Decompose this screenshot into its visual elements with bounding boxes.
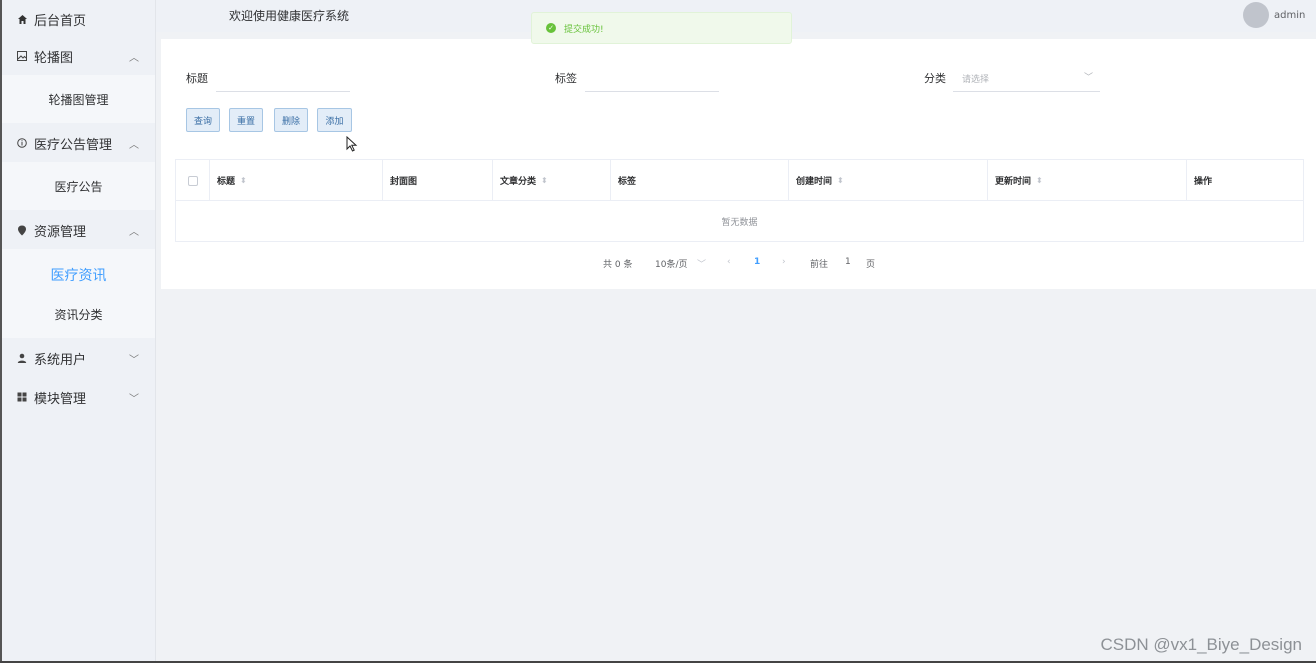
chevron-up-icon: ︿ [129, 52, 139, 64]
category-select-placeholder[interactable]: 请选择 [962, 72, 989, 85]
sidebar-item-label: 后台首页 [34, 13, 87, 29]
delete-button[interactable]: 删除 [274, 108, 308, 132]
username[interactable]: admin [1274, 10, 1305, 21]
info-icon [16, 137, 28, 149]
sidebar: 后台首页 轮播图 ︿ 轮播图管理 医疗公告管理 ︿ 医疗公告 资源管理 ︿ 医疗… [2, 0, 156, 661]
column-label: 标题 [217, 177, 236, 187]
sidebar-group-carousel[interactable]: 轮播图 ︿ [2, 37, 155, 75]
select-all-cell [176, 160, 210, 201]
sidebar-item-carousel-manage[interactable]: 轮播图管理 [2, 91, 155, 108]
sidebar-group-label: 系统用户 [34, 352, 87, 368]
sidebar-item-medical-news[interactable]: 医疗资讯 [2, 265, 155, 285]
column-header-cover: 封面图 [383, 160, 493, 201]
sidebar-item-medical-notice[interactable]: 医疗公告 [2, 178, 155, 195]
category-filter-label: 分类 [924, 72, 946, 85]
sidebar-item-home[interactable]: 后台首页 [2, 0, 155, 38]
pagination-total: 共 0 条 [603, 260, 633, 270]
sidebar-group-label: 轮播图 [34, 50, 74, 66]
sort-icon[interactable]: ⬍ [1036, 176, 1043, 185]
success-check-icon: ✓ [546, 23, 556, 33]
search-button[interactable]: 查询 [186, 108, 220, 132]
chevron-down-icon: ﹀ [129, 354, 139, 366]
tag-filter-label: 标签 [555, 72, 577, 85]
chevron-down-icon[interactable]: ﹀ [1084, 70, 1093, 83]
column-label: 创建时间 [796, 177, 833, 187]
sidebar-group-notice[interactable]: 医疗公告管理 ︿ [2, 124, 155, 162]
empty-state: 暂无数据 [721, 217, 758, 228]
page-suffix: 页 [866, 260, 876, 270]
column-label: 更新时间 [995, 177, 1032, 187]
title-filter-label: 标题 [186, 72, 208, 85]
image-icon [16, 50, 28, 62]
column-header-title[interactable]: 标题 ⬍ [210, 160, 383, 201]
tag-filter-input[interactable] [585, 91, 719, 92]
add-button[interactable]: 添加 [317, 108, 352, 132]
chevron-up-icon: ︿ [129, 139, 139, 151]
grid-icon [16, 391, 28, 403]
goto-page-input[interactable]: 1 [845, 257, 851, 267]
reset-button[interactable]: 重置 [229, 108, 263, 132]
page-number-current[interactable]: 1 [754, 257, 760, 267]
sidebar-group-label: 医疗公告管理 [34, 137, 113, 153]
home-icon [16, 13, 28, 25]
sidebar-group-label: 资源管理 [34, 224, 87, 240]
column-header-created[interactable]: 创建时间 ⬍ [789, 160, 988, 201]
column-label: 操作 [1194, 177, 1213, 187]
column-header-updated[interactable]: 更新时间 ⬍ [988, 160, 1187, 201]
avatar[interactable] [1243, 2, 1269, 28]
table-header: 标题 ⬍ 封面图 文章分类 ⬍ 标签 创建时间 ⬍ 更新时间 ⬍ 操作 [176, 160, 1303, 201]
toast-message: 提交成功! [564, 24, 604, 35]
sidebar-group-module[interactable]: 模块管理 ﹀ [2, 378, 155, 416]
column-header-tag: 标签 [611, 160, 789, 201]
content-card: 标题 标签 分类 请选择 ﹀ 查询 重置 删除 添加 标题 ⬍ 封面图 文章分类 ⬍… [161, 39, 1316, 289]
sidebar-group-label: 模块管理 [34, 391, 87, 407]
column-label: 文章分类 [500, 177, 537, 187]
category-select[interactable] [953, 91, 1100, 92]
page-size-select[interactable]: 10条/页 [655, 257, 688, 270]
mouse-cursor-icon [346, 136, 358, 152]
sidebar-group-system-user[interactable]: 系统用户 ﹀ [2, 339, 155, 377]
chevron-up-icon: ︿ [129, 226, 139, 238]
page-title: 欢迎使用健康医疗系统 [229, 9, 350, 23]
watermark: CSDN @vx1_Biye_Design [1100, 635, 1302, 654]
sort-icon[interactable]: ⬍ [541, 176, 548, 185]
location-icon [16, 224, 28, 236]
next-page-icon[interactable]: › [782, 257, 786, 267]
column-label: 标签 [618, 177, 637, 187]
data-table: 标题 ⬍ 封面图 文章分类 ⬍ 标签 创建时间 ⬍ 更新时间 ⬍ 操作 暂无数据 [175, 159, 1304, 242]
sidebar-item-news-category[interactable]: 资讯分类 [2, 306, 155, 323]
sort-icon[interactable]: ⬍ [240, 176, 247, 185]
column-header-actions: 操作 [1187, 160, 1303, 201]
prev-page-icon[interactable]: ‹ [727, 257, 731, 267]
column-label: 封面图 [390, 177, 418, 187]
chevron-down-icon: ﹀ [129, 393, 139, 405]
success-toast: ✓ 提交成功! [531, 12, 792, 44]
sidebar-group-resource[interactable]: 资源管理 ︿ [2, 211, 155, 249]
user-icon [16, 352, 28, 364]
column-header-category[interactable]: 文章分类 ⬍ [493, 160, 611, 201]
select-all-checkbox[interactable] [187, 175, 198, 186]
sort-icon[interactable]: ⬍ [837, 176, 844, 185]
title-filter-input[interactable] [216, 91, 350, 92]
chevron-down-icon[interactable]: ﹀ [697, 257, 706, 270]
goto-label: 前往 [810, 260, 829, 270]
submenu-resource [2, 249, 155, 338]
